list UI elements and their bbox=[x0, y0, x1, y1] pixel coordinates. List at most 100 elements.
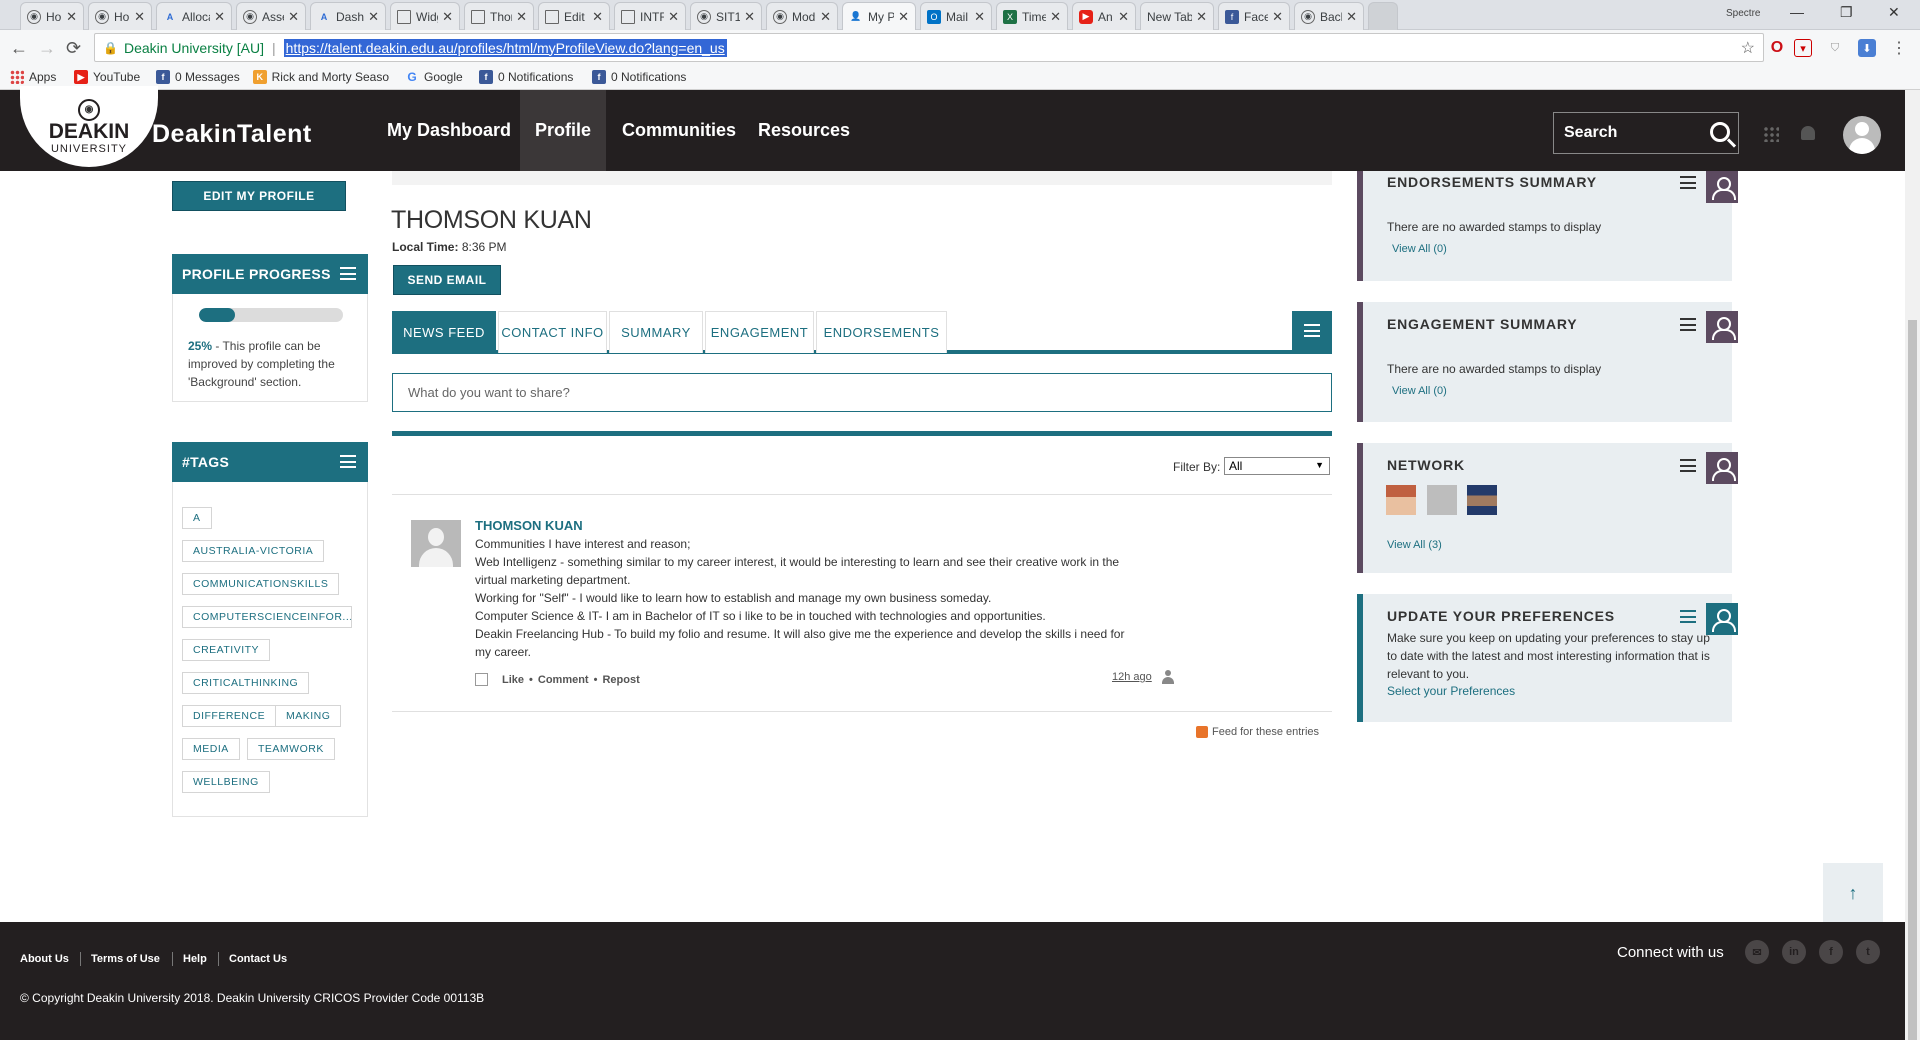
new-tab-button[interactable] bbox=[1368, 2, 1398, 30]
close-icon[interactable]: ✕ bbox=[1050, 9, 1061, 25]
close-window-icon[interactable]: ✕ bbox=[1888, 4, 1900, 21]
close-icon[interactable]: ✕ bbox=[744, 9, 755, 25]
back-icon[interactable]: ← bbox=[10, 38, 28, 59]
tag-item[interactable]: CRITICALTHINKING bbox=[182, 672, 310, 694]
footer-help[interactable]: Help bbox=[183, 953, 207, 965]
search-input[interactable]: Search bbox=[1553, 112, 1739, 154]
browser-profile-name[interactable]: Spectre bbox=[1726, 8, 1760, 19]
close-icon[interactable]: ✕ bbox=[442, 9, 453, 25]
bell-icon[interactable] bbox=[1801, 126, 1815, 140]
browser-tab[interactable]: ▶ An ✕ bbox=[1072, 2, 1136, 30]
close-icon[interactable]: ✕ bbox=[1196, 9, 1207, 25]
scrollbar-thumb[interactable] bbox=[1908, 320, 1917, 1040]
select-preferences-link[interactable]: Select your Preferences bbox=[1387, 684, 1515, 698]
menu-icon[interactable] bbox=[340, 455, 356, 468]
forward-icon[interactable]: → bbox=[38, 38, 56, 59]
tab-news-feed[interactable]: NEWS FEED bbox=[392, 311, 496, 353]
tag-item[interactable]: A bbox=[182, 507, 212, 529]
tag-item[interactable]: COMPUTERSCIENCEINFOR... bbox=[182, 606, 352, 628]
browser-tab[interactable]: INTRO ✕ bbox=[614, 2, 686, 30]
minimize-icon[interactable]: — bbox=[1790, 4, 1804, 20]
deakin-logo[interactable]: ◉ DEAKIN UNIVERSITY bbox=[20, 86, 158, 167]
network-member-avatar[interactable] bbox=[1427, 485, 1457, 515]
address-bar[interactable]: 🔒 Deakin University [AU] | https://talen… bbox=[94, 33, 1764, 62]
browser-tab[interactable]: A Alloca ✕ bbox=[156, 2, 232, 30]
menu-icon[interactable] bbox=[1680, 610, 1696, 623]
page-scrollbar[interactable] bbox=[1905, 90, 1920, 1040]
close-icon[interactable]: ✕ bbox=[668, 9, 679, 25]
like-link[interactable]: Like bbox=[502, 674, 524, 686]
nav-profile[interactable]: Profile bbox=[520, 90, 607, 171]
nav-my-dashboard[interactable]: My Dashboard bbox=[372, 90, 526, 171]
close-icon[interactable]: ✕ bbox=[592, 9, 603, 25]
browser-tab[interactable]: Edit P ✕ bbox=[538, 2, 610, 30]
user-avatar[interactable] bbox=[1843, 116, 1881, 154]
post-author[interactable]: THOMSON KUAN bbox=[475, 518, 583, 533]
browser-tab[interactable]: ◉ Modu ✕ bbox=[766, 2, 838, 30]
linkedin-icon[interactable]: in bbox=[1782, 940, 1806, 964]
browser-tab[interactable]: ◉ Home ✕ bbox=[20, 2, 84, 30]
browser-tab[interactable]: Thom ✕ bbox=[464, 2, 534, 30]
browser-tab[interactable]: f Faceb ✕ bbox=[1218, 2, 1290, 30]
tag-item[interactable]: MEDIA bbox=[182, 738, 240, 760]
post-author-avatar[interactable] bbox=[411, 520, 461, 567]
close-icon[interactable]: ✕ bbox=[1272, 9, 1283, 25]
reload-icon[interactable]: ⟳ bbox=[66, 38, 81, 59]
browser-tab[interactable]: ◉ SIT12 ✕ bbox=[690, 2, 762, 30]
bookmark-notifications[interactable]: f 0 Notifications bbox=[479, 70, 573, 84]
tab-contact-info[interactable]: CONTACT INFO bbox=[498, 311, 607, 353]
tabs-menu-button[interactable] bbox=[1292, 311, 1332, 351]
tag-item[interactable]: DIFFERENCE bbox=[182, 705, 277, 727]
restore-icon[interactable]: ❐ bbox=[1840, 4, 1853, 21]
menu-icon[interactable] bbox=[1680, 459, 1696, 472]
rss-feed-link[interactable]: Feed for these entries bbox=[1196, 726, 1319, 738]
view-all-link[interactable]: View All (0) bbox=[1392, 385, 1447, 397]
browser-tab[interactable]: New Tab ✕ bbox=[1140, 2, 1214, 30]
twitter-icon[interactable]: t bbox=[1856, 940, 1880, 964]
close-icon[interactable]: ✕ bbox=[288, 9, 299, 25]
opera-icon[interactable]: O bbox=[1768, 39, 1786, 57]
tag-item[interactable]: TEAMWORK bbox=[247, 738, 335, 760]
tag-item[interactable]: COMMUNICATIONSKILLS bbox=[182, 573, 340, 595]
tag-item[interactable]: AUSTRALIA-VICTORIA bbox=[182, 540, 325, 562]
tab-endorsements[interactable]: ENDORSEMENTS bbox=[816, 311, 947, 353]
close-icon[interactable]: ✕ bbox=[214, 9, 225, 25]
browser-tab[interactable]: A Dashb✕ bbox=[310, 2, 386, 30]
view-all-link[interactable]: View All (3) bbox=[1387, 539, 1442, 551]
network-member-avatar[interactable] bbox=[1386, 485, 1416, 515]
footer-contact-us[interactable]: Contact Us bbox=[229, 953, 287, 965]
tag-item[interactable]: MAKING bbox=[275, 705, 342, 727]
share-input[interactable]: What do you want to share? bbox=[392, 373, 1332, 412]
search-icon[interactable] bbox=[1710, 122, 1730, 142]
footer-about-us[interactable]: About Us bbox=[20, 953, 69, 965]
browser-tab[interactable]: ◉ Home ✕ bbox=[88, 2, 152, 30]
nav-communities[interactable]: Communities bbox=[607, 90, 751, 171]
bookmark-messages[interactable]: f 0 Messages bbox=[156, 70, 240, 84]
post-timestamp[interactable]: 12h ago bbox=[1112, 671, 1152, 683]
browser-tab[interactable]: ◉ Asses ✕ bbox=[236, 2, 306, 30]
shield-icon[interactable]: ⛉ bbox=[1826, 39, 1844, 57]
close-icon[interactable]: ✕ bbox=[820, 9, 831, 25]
browser-tab[interactable]: ◉ Bache ✕ bbox=[1294, 2, 1364, 30]
menu-icon[interactable] bbox=[1680, 176, 1696, 189]
comment-link[interactable]: Comment bbox=[538, 674, 589, 686]
bookmark-youtube[interactable]: ▶ YouTube bbox=[74, 70, 140, 84]
email-icon[interactable]: ✉ bbox=[1745, 940, 1769, 964]
close-icon[interactable]: ✕ bbox=[898, 9, 909, 25]
browser-tab[interactable]: X Timel ✕ bbox=[996, 2, 1068, 30]
tag-item[interactable]: WELLBEING bbox=[182, 771, 270, 793]
close-icon[interactable]: ✕ bbox=[134, 9, 145, 25]
url-text[interactable]: https://talent.deakin.edu.au/profiles/ht… bbox=[283, 38, 727, 57]
close-icon[interactable]: ✕ bbox=[368, 9, 379, 25]
close-icon[interactable]: ✕ bbox=[974, 9, 985, 25]
bookmark-star-icon[interactable]: ☆ bbox=[1741, 38, 1755, 58]
edit-profile-button[interactable]: EDIT MY PROFILE bbox=[172, 181, 346, 211]
menu-dots-icon[interactable]: ⋮ bbox=[1890, 39, 1908, 57]
tag-item[interactable]: CREATIVITY bbox=[182, 639, 271, 661]
extension-new-icon[interactable]: ⬇ bbox=[1858, 39, 1876, 57]
apps-grid-icon[interactable] bbox=[1763, 126, 1779, 142]
view-all-link[interactable]: View All (0) bbox=[1392, 243, 1447, 255]
send-email-button[interactable]: SEND EMAIL bbox=[393, 265, 501, 295]
repost-link[interactable]: Repost bbox=[602, 674, 639, 686]
menu-icon[interactable] bbox=[340, 267, 356, 280]
